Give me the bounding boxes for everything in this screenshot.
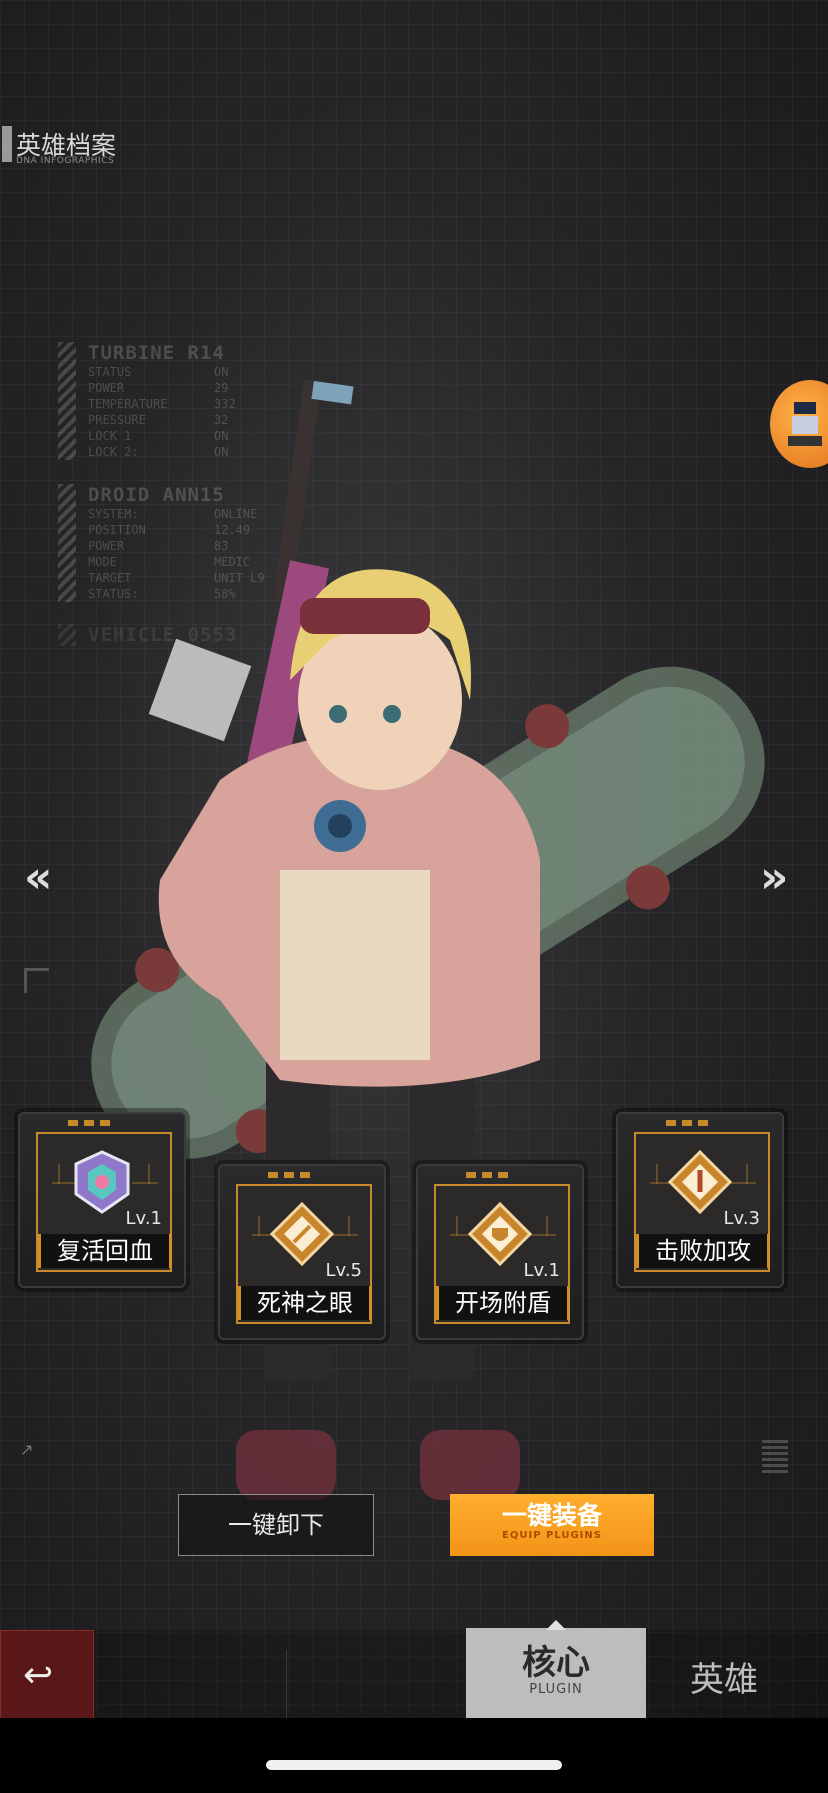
decor-infobox-vehicle: VEHICLE 0553	[58, 624, 278, 646]
tab-core-label: 核心	[522, 1643, 590, 1683]
infobox-row: SYSTEM: ONLINE	[88, 507, 258, 521]
back-arrow-icon: ↩	[23, 1655, 54, 1696]
infobox-title: VEHICLE 0553	[88, 624, 238, 646]
infobox-title: DROID ANN15	[88, 484, 225, 506]
tab-hero[interactable]: 英雄	[690, 1652, 758, 1701]
hazard-stripes	[58, 624, 76, 646]
plugin-level: Lv.1	[523, 1260, 560, 1281]
infobox-row: PRESSURE 32	[88, 413, 229, 427]
active-tab-indicator	[546, 1620, 566, 1630]
equip-all-button[interactable]: 一键装备 EQUIP PLUGINS	[450, 1494, 654, 1556]
death-eye-emblem-icon	[270, 1202, 334, 1266]
next-hero-arrow[interactable]: »	[760, 852, 788, 903]
plugin-level: Lv.1	[125, 1208, 162, 1229]
card-dots	[68, 1120, 110, 1126]
tab-core-plugin[interactable]: 核心 PLUGIN	[466, 1620, 646, 1718]
plugin-name: 开场附盾	[436, 1286, 570, 1320]
equip-all-label: 一键装备	[501, 1501, 602, 1530]
home-indicator[interactable]	[266, 1760, 562, 1770]
back-button[interactable]: ↩	[0, 1630, 94, 1720]
decor-infobox-droid: DROID ANN15 SYSTEM: ONLINE POSITION 12.49 …	[58, 484, 278, 602]
plugin-slot-1[interactable]: Lv.1 复活回血	[18, 1112, 186, 1288]
plugin-name: 死神之眼	[238, 1286, 372, 1320]
tab-core-sublabel: PLUGIN	[529, 1682, 583, 1697]
background	[0, 0, 828, 1793]
card-dots	[268, 1172, 310, 1178]
nav-divider	[286, 1650, 287, 1718]
header-accent-bar	[2, 126, 12, 162]
system-home-area	[0, 1718, 828, 1793]
hazard-stripes	[58, 484, 76, 602]
decor-infobox-turbine: TURBINE R14 STATUS ON POWER 29 TEMPERATURE…	[58, 342, 278, 460]
card-dots	[466, 1172, 508, 1178]
plugin-name: 击败加攻	[636, 1234, 770, 1268]
plugin-slot-2[interactable]: Lv.5 死神之眼	[218, 1164, 386, 1340]
infobox-row: TEMPERATURE 332	[88, 397, 236, 411]
infobox-row: LOCK 2: ON	[88, 445, 229, 459]
plugin-slot-4[interactable]: Lv.3 击败加攻	[616, 1112, 784, 1288]
prev-hero-arrow[interactable]: «	[24, 852, 52, 903]
infobox-row: LOCK 1 ON	[88, 429, 229, 443]
signal-bars-decoration	[762, 1440, 788, 1474]
plugin-level: Lv.3	[723, 1208, 760, 1229]
card-dots	[666, 1120, 708, 1126]
expand-icon: ↗	[20, 1440, 34, 1459]
revive-heal-emblem-icon	[74, 1150, 130, 1214]
infobox-row: POWER 83	[88, 539, 229, 553]
corner-bracket-decoration	[24, 968, 49, 993]
opening-shield-emblem-icon	[468, 1202, 532, 1266]
plugin-slot-3[interactable]: Lv.1 开场附盾	[416, 1164, 584, 1340]
infobox-row: TARGET UNIT L9	[88, 571, 265, 585]
plugin-level: Lv.5	[325, 1260, 362, 1281]
infobox-row: STATUS: 58%	[88, 587, 236, 601]
hazard-stripes	[58, 342, 76, 460]
pixel-robot-icon	[788, 396, 822, 452]
unequip-all-button[interactable]: 一键卸下	[178, 1494, 374, 1556]
infobox-row: POSITION 12.49	[88, 523, 251, 537]
infobox-title: TURBINE R14	[88, 342, 225, 364]
page-subtitle: DNA INFOGRAPHICS	[16, 156, 115, 166]
infobox-row: STATUS ON	[88, 365, 229, 379]
equip-all-sublabel: EQUIP PLUGINS	[502, 1530, 602, 1541]
kill-attack-bonus-emblem-icon	[668, 1150, 732, 1214]
infobox-row: MODE MEDIC	[88, 555, 251, 569]
infobox-row: POWER 29	[88, 381, 229, 395]
plugin-name: 复活回血	[38, 1234, 172, 1268]
